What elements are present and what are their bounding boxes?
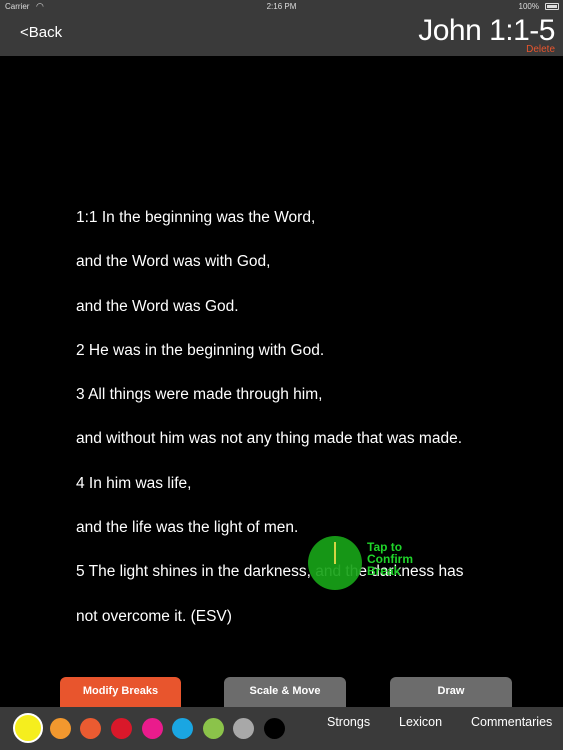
commentaries-button[interactable]: Commentaries — [471, 715, 552, 729]
color-swatch-green[interactable] — [203, 718, 224, 739]
verse-line[interactable]: and the Word was with God, — [76, 244, 556, 288]
confirm-break-button[interactable] — [308, 536, 362, 590]
delete-button[interactable]: Delete — [526, 44, 555, 55]
color-swatch-red-orange[interactable] — [80, 718, 101, 739]
verse-line[interactable]: and without him was not any thing made t… — [76, 421, 556, 465]
confirm-break-label-line: Break — [367, 564, 401, 578]
color-swatch-gray[interactable] — [233, 718, 254, 739]
verse-line[interactable]: 2 He was in the beginning with God. — [76, 333, 556, 377]
color-swatch-red[interactable] — [111, 718, 132, 739]
battery-percent: 100% — [518, 2, 539, 11]
verse-line[interactable]: not overcome it. (ESV) — [76, 599, 556, 643]
verse-line[interactable]: 1:1 In the beginning was the Word, — [76, 200, 556, 244]
back-button[interactable]: <Back — [20, 24, 62, 41]
bottom-toolbar: Strongs Lexicon Commentaries — [0, 707, 563, 750]
break-cursor-marker — [334, 542, 336, 564]
nav-bar: <Back John 1:1-5 Delete — [0, 14, 563, 56]
confirm-break-label[interactable]: Tap to Confirm Break — [367, 541, 447, 577]
tab-draw[interactable]: Draw — [390, 677, 512, 707]
tab-scale-move[interactable]: Scale & Move — [224, 677, 346, 707]
tab-modify-breaks[interactable]: Modify Breaks — [60, 677, 181, 707]
color-swatch-magenta[interactable] — [142, 718, 163, 739]
mode-tabs: Modify Breaks Scale & Move Draw — [0, 677, 563, 707]
verse-line[interactable]: and the Word was God. — [76, 289, 556, 333]
status-bar: Carrier ◠ 2:16 PM 100% — [0, 0, 563, 14]
strongs-button[interactable]: Strongs — [327, 715, 370, 729]
lexicon-button[interactable]: Lexicon — [399, 715, 442, 729]
color-swatch-yellow[interactable] — [13, 713, 43, 743]
passage-title: John 1:1-5 — [418, 14, 555, 47]
battery-icon — [545, 3, 559, 10]
color-swatch-orange[interactable] — [50, 718, 71, 739]
color-swatch-sky-blue[interactable] — [172, 718, 193, 739]
verse-line[interactable]: 4 In him was life, — [76, 466, 556, 510]
verse-line[interactable]: 3 All things were made through him, — [76, 377, 556, 421]
status-time: 2:16 PM — [266, 2, 297, 11]
color-swatch-black[interactable] — [264, 718, 285, 739]
